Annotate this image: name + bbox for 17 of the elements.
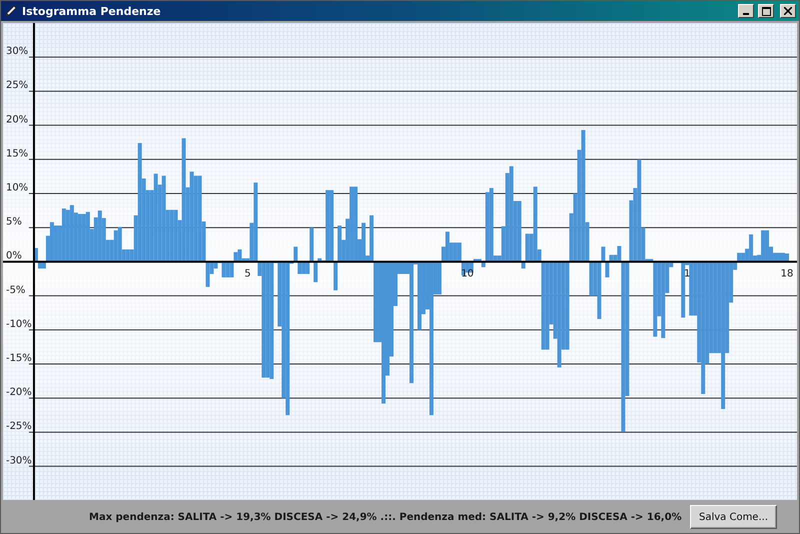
y-tick-label: -15% [6, 353, 32, 364]
x-tick-label: 18 [780, 268, 794, 280]
y-tick-label: -5% [6, 284, 26, 296]
y-tick-label: -30% [6, 455, 32, 466]
y-tick-label: 5% [6, 216, 22, 228]
y-tick-label: 15% [6, 148, 28, 160]
x-tick-label: 5 [244, 268, 251, 280]
y-tick-label: 10% [6, 182, 28, 194]
y-tick-label: 25% [6, 80, 28, 92]
y-tick-label: 30% [6, 46, 28, 58]
y-tick-label: 20% [6, 114, 28, 126]
y-tick-label: -25% [6, 421, 32, 432]
y-tick-label: 0% [6, 250, 22, 262]
y-tick-label: -20% [6, 387, 32, 398]
window-title: Istogramma Pendenze [22, 4, 162, 18]
slope-summary: Max pendenza: SALITA -> 19,3% DISCESA -> 24,9% .::. Pendenza med: SALITA -> 9,2% DISCESA -> 16,0% [89, 512, 683, 523]
y-tick-label: -10% [6, 318, 32, 330]
